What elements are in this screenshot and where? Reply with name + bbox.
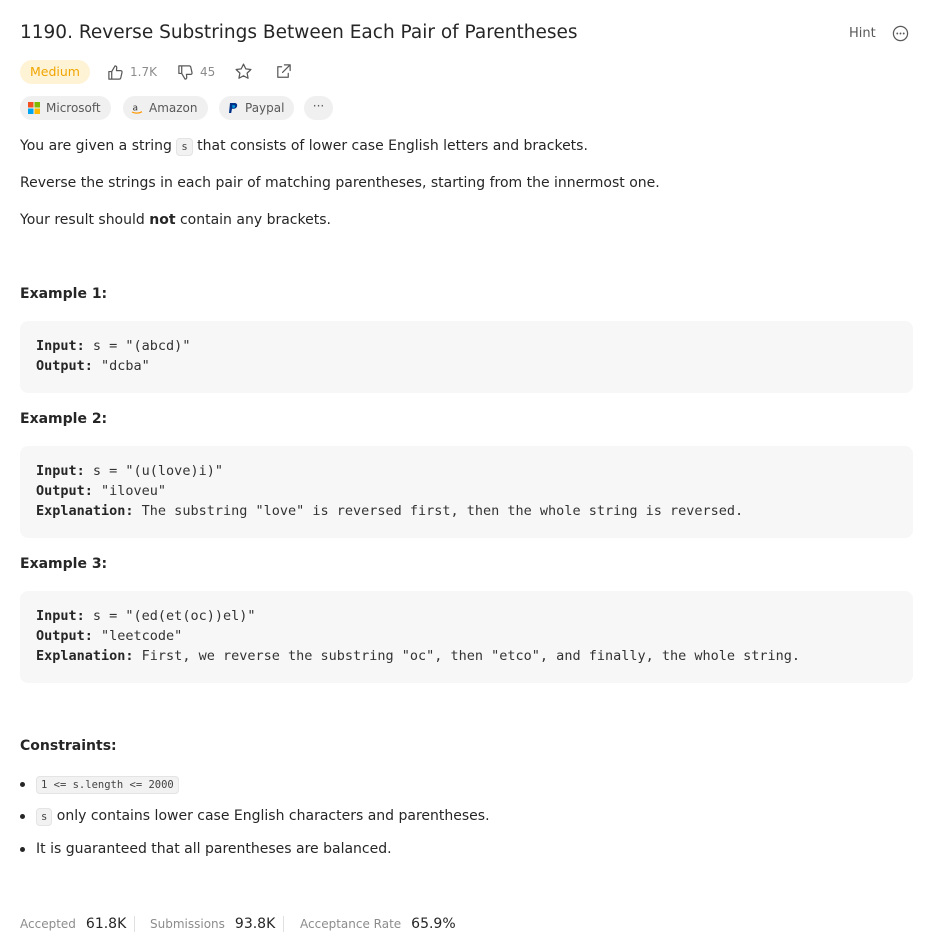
bullet-dot: [20, 782, 25, 787]
example-heading: Example 2:: [20, 411, 108, 427]
example-output: Output: "iloveu": [36, 483, 166, 499]
example-output: Output: "dcba": [36, 358, 150, 374]
acceptance-rate-stat: Acceptance Rate 65.9%: [300, 916, 456, 932]
value: "iloveu": [92, 483, 167, 499]
paypal-logo-icon: [229, 103, 238, 113]
label: Explanation:: [36, 648, 134, 664]
label: Explanation:: [36, 503, 134, 519]
company-name: Paypal: [245, 101, 285, 115]
example-input: Input: s = "(abcd)": [36, 338, 190, 354]
constraint-item: s only contains lower case English chara…: [20, 808, 620, 828]
value: s = "(abcd)": [84, 338, 191, 354]
constraints-heading: Constraints:: [20, 738, 117, 754]
label: Output:: [36, 628, 93, 644]
example-output: Output: "leetcode": [36, 628, 182, 644]
thumbs-down-icon: [178, 64, 193, 80]
hint-button[interactable]: Hint: [849, 26, 876, 41]
value: First, we reverse the substring "oc", th…: [133, 648, 801, 664]
text: contain any brackets.: [175, 212, 331, 228]
inline-code: s: [36, 808, 53, 826]
value: s = "(ed(et(oc))el)": [84, 608, 256, 624]
description-paragraph: Your result should not contain any brack…: [20, 212, 331, 228]
stat-value: 61.8K: [85, 916, 127, 932]
inline-code: 1 <= s.length <= 2000: [36, 776, 179, 794]
divider: [134, 916, 135, 932]
label: Input:: [36, 608, 85, 624]
example-heading: Example 3:: [20, 556, 108, 572]
text: only contains lower case English charact…: [52, 808, 490, 824]
inline-code: s: [176, 138, 193, 156]
more-companies-button[interactable]: ···: [304, 96, 333, 120]
text: You are given a string: [20, 138, 177, 154]
problem-title: 1190. Reverse Substrings Between Each Pa…: [20, 22, 578, 43]
value: "dcba": [92, 358, 150, 374]
value: s = "(u(love)i)": [84, 463, 223, 479]
example-input: Input: s = "(ed(et(oc))el)": [36, 608, 255, 624]
bullet-dot: [20, 814, 25, 819]
value: The substring "love" is reversed first, …: [133, 503, 744, 519]
text: that consists of lower case English lett…: [192, 138, 588, 154]
bold-text: not: [149, 212, 176, 228]
label: Input:: [36, 338, 85, 354]
example-box: Input: s = "(u(love)i)" Output: "iloveu"…: [20, 446, 913, 538]
thumbs-up-icon: [108, 64, 123, 80]
company-name: Microsoft: [46, 101, 101, 115]
stat-label: Submissions: [150, 917, 225, 931]
stat-value: 65.9%: [411, 916, 456, 932]
dislike-count: 45: [200, 65, 216, 79]
example-box: Input: s = "(ed(et(oc))el)" Output: "lee…: [20, 591, 913, 683]
share-icon[interactable]: [274, 62, 293, 81]
description-paragraph: You are given a string s that consists o…: [20, 138, 588, 156]
label: Input:: [36, 463, 85, 479]
star-icon[interactable]: [234, 62, 253, 81]
text: It is guaranteed that all parentheses ar…: [36, 841, 392, 857]
microsoft-logo-icon: [28, 102, 40, 114]
bullet-dot: [20, 847, 25, 852]
like-button[interactable]: 1.7K: [107, 62, 157, 82]
example-explanation: Explanation: The substring "love" is rev…: [36, 503, 743, 519]
example-explanation: Explanation: First, we reverse the subst…: [36, 648, 800, 664]
company-tag-amazon[interactable]: a Amazon: [123, 96, 208, 120]
submissions-stat: Submissions 93.8K: [150, 916, 275, 932]
stat-label: Acceptance Rate: [300, 917, 402, 931]
stat-label: Accepted: [20, 917, 76, 931]
constraint-item: It is guaranteed that all parentheses ar…: [20, 841, 620, 861]
more-icon[interactable]: [892, 25, 909, 42]
stat-value: 93.8K: [234, 916, 276, 932]
company-tag-paypal[interactable]: Paypal: [219, 96, 295, 120]
accepted-stat: Accepted 61.8K: [20, 916, 126, 932]
company-tag-microsoft[interactable]: Microsoft: [20, 96, 111, 120]
constraint-item: 1 <= s.length <= 2000: [20, 776, 520, 796]
amazon-logo-icon: a: [131, 104, 143, 114]
dislike-button[interactable]: 45: [177, 62, 215, 82]
example-heading: Example 1:: [20, 286, 108, 302]
company-name: Amazon: [149, 101, 198, 115]
like-count: 1.7K: [130, 65, 157, 79]
example-box: Input: s = "(abcd)" Output: "dcba": [20, 321, 913, 393]
label: Output:: [36, 358, 93, 374]
text: Your result should: [20, 212, 150, 228]
difficulty-badge: Medium: [20, 60, 90, 84]
divider: [283, 916, 284, 932]
description-paragraph: Reverse the strings in each pair of matc…: [20, 175, 660, 191]
label: Output:: [36, 483, 93, 499]
example-input: Input: s = "(u(love)i)": [36, 463, 223, 479]
value: "leetcode": [92, 628, 183, 644]
